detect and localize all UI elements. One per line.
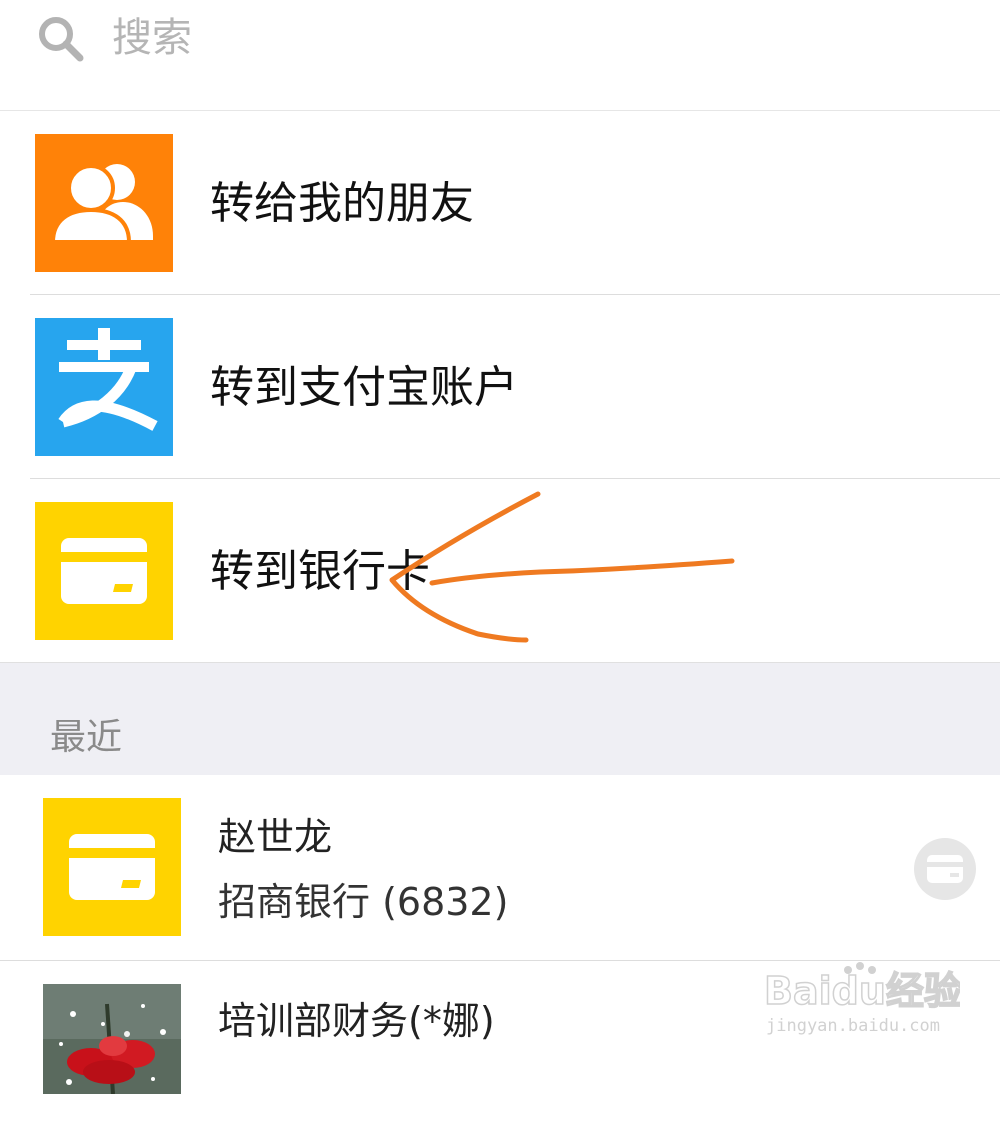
bank-card-icon [35, 502, 173, 640]
transfer-to-friend-row[interactable]: 转给我的朋友 [0, 111, 1000, 294]
recent-item[interactable]: 赵世龙 招商银行 (6832) [0, 775, 1000, 960]
transfer-to-alipay-row[interactable]: 转到支付宝账户 [0, 295, 1000, 478]
bank-card-icon [43, 798, 181, 936]
recent-item-bank: 招商银行 (6832) [218, 880, 509, 924]
friends-icon [35, 134, 173, 272]
search-bar[interactable] [0, 0, 1000, 110]
card-icon[interactable] [914, 838, 976, 900]
baidu-watermark: Baidu经验 jingyan.baidu.com [760, 960, 963, 1040]
transfer-to-friend-label: 转给我的朋友 [210, 178, 474, 229]
recent-item-name: 赵世龙 [218, 815, 333, 859]
watermark-url: jingyan.baidu.com [766, 1016, 940, 1036]
recent-item-name: 培训部财务(*娜) [218, 999, 495, 1043]
search-icon [36, 14, 86, 64]
alipay-icon [35, 318, 173, 456]
recent-section-title: 最近 [50, 717, 123, 758]
transfer-to-bank-card-label: 转到银行卡 [210, 546, 430, 597]
transfer-to-bank-card-row[interactable]: 转到银行卡 [0, 479, 1000, 662]
recent-section-header: 最近 [0, 662, 1000, 776]
search-input[interactable] [112, 8, 932, 68]
svg-text:Baidu经验: Baidu经验 [764, 969, 960, 1013]
flower-avatar [43, 984, 181, 1094]
transfer-to-alipay-label: 转到支付宝账户 [210, 362, 518, 413]
